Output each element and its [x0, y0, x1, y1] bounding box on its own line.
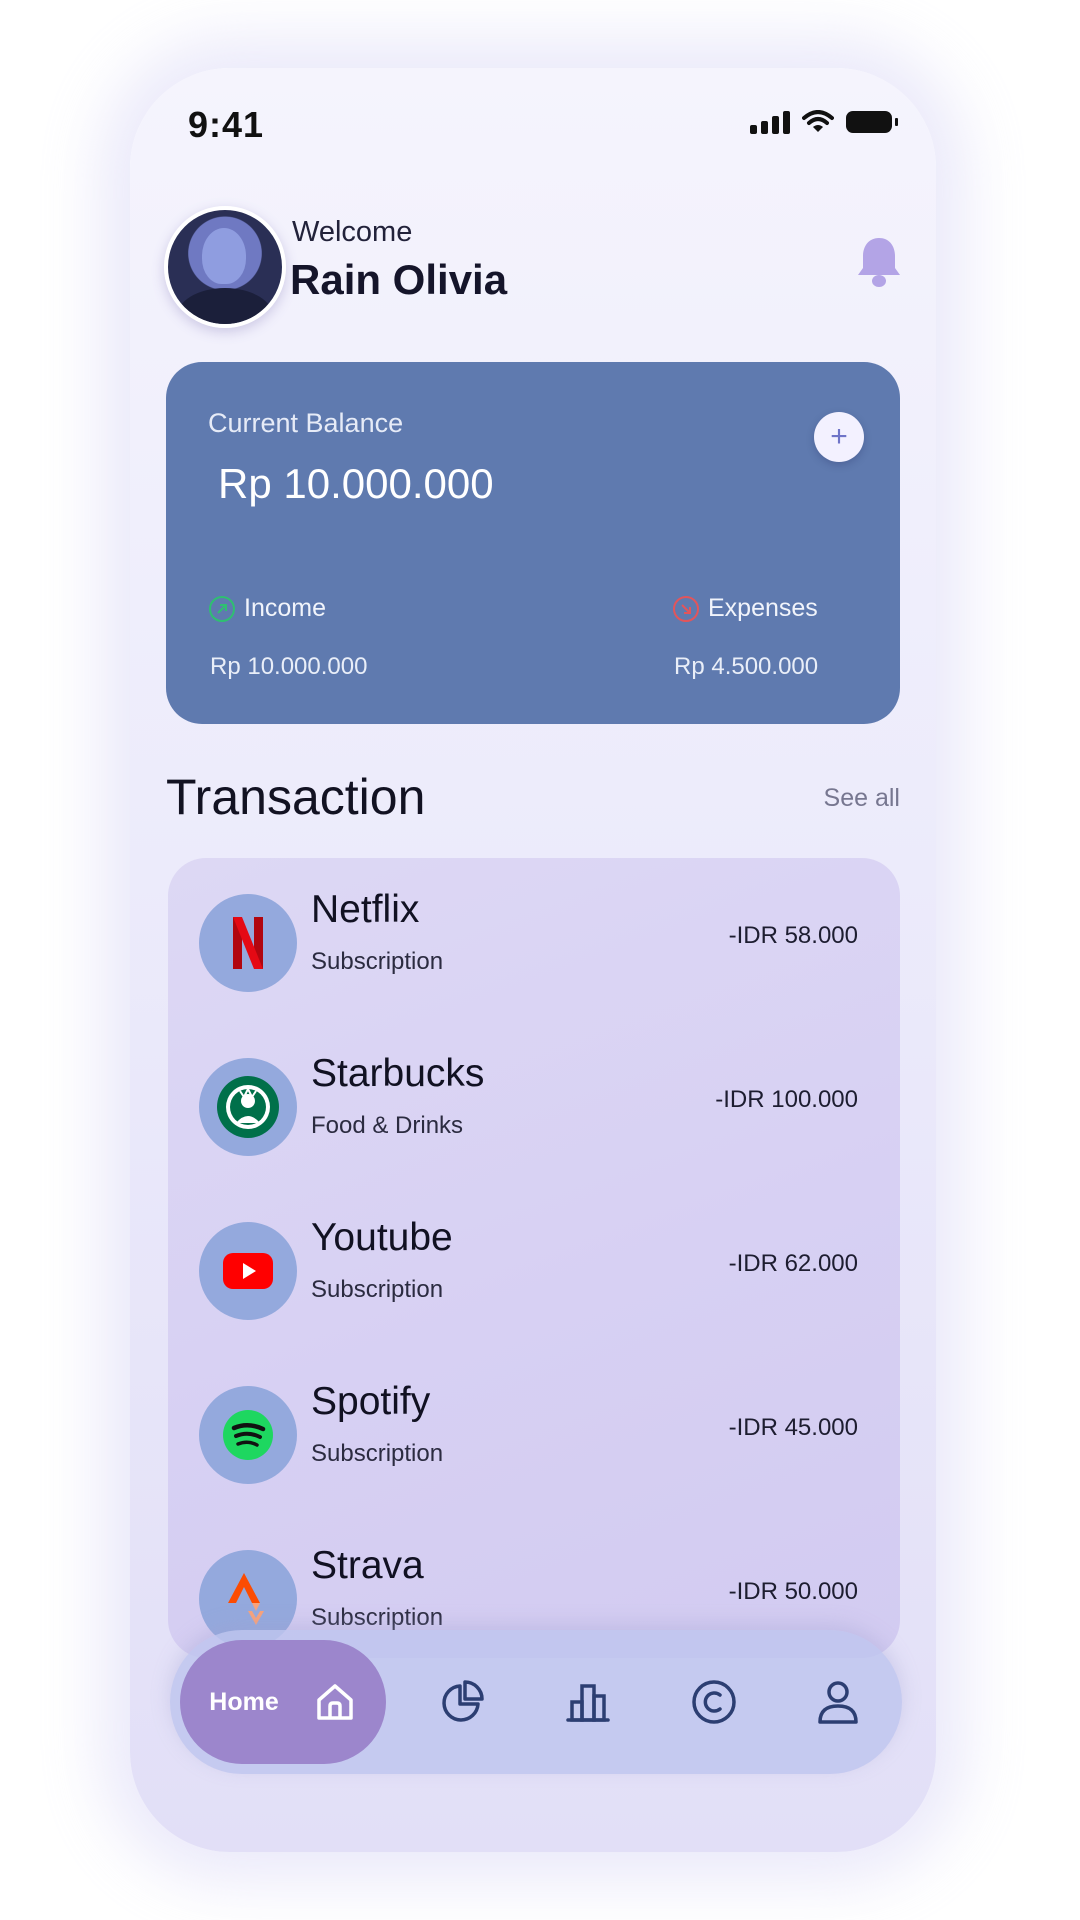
transactions-title: Transaction [166, 769, 426, 825]
pie-chart-icon[interactable] [438, 1678, 486, 1726]
nav-home-label: Home [209, 1687, 279, 1716]
transaction-name: Strava [311, 1544, 424, 1587]
income-row: Income [208, 594, 326, 623]
transaction-amount: -IDR 58.000 [728, 922, 858, 949]
youtube-icon [199, 1222, 297, 1320]
balance-label: Current Balance [208, 408, 404, 438]
transaction-name: Netflix [311, 888, 420, 931]
avatar[interactable] [164, 206, 286, 328]
expenses-arrow-icon [673, 595, 699, 622]
balance-amount: Rp 10.000.000 [218, 460, 494, 507]
transaction-category: Subscription [311, 1276, 444, 1303]
welcome-text: Welcome [292, 216, 413, 248]
transaction-row-netflix[interactable]: Netflix Subscription -IDR 58.000 [168, 880, 900, 1044]
income-arrow-icon [209, 595, 235, 622]
currency-icon[interactable] [690, 1678, 738, 1726]
status-icons [750, 110, 898, 134]
nav-home-button[interactable]: Home [180, 1640, 386, 1764]
wifi-icon [802, 110, 834, 132]
see-all-link[interactable]: See all [824, 784, 900, 813]
transaction-row-youtube[interactable]: Youtube Subscription -IDR 62.000 [168, 1208, 900, 1372]
transaction-category: Subscription [311, 948, 444, 975]
home-icon [316, 1684, 353, 1720]
transaction-category: Food & Drinks [311, 1112, 464, 1139]
user-name: Rain Olivia [290, 256, 508, 303]
signal-icon [750, 110, 790, 134]
profile-icon[interactable] [814, 1678, 862, 1726]
income-label: Income [244, 594, 326, 622]
transaction-category: Subscription [311, 1604, 444, 1631]
add-button[interactable]: + [814, 412, 864, 462]
transaction-row-spotify[interactable]: Spotify Subscription -IDR 45.000 [168, 1372, 900, 1536]
expenses-label: Expenses [708, 594, 818, 622]
transaction-name: Starbucks [311, 1052, 485, 1095]
spotify-icon [199, 1386, 297, 1484]
plus-icon: + [830, 420, 848, 453]
transaction-amount: -IDR 50.000 [728, 1578, 858, 1605]
expenses-row: Expenses [672, 594, 818, 623]
bottom-nav: Home [170, 1630, 902, 1774]
transaction-name: Youtube [311, 1216, 453, 1259]
income-value: Rp 10.000.000 [210, 653, 368, 680]
transaction-row-starbucks[interactable]: Starbucks Food & Drinks -IDR 100.000 [168, 1044, 900, 1208]
status-time: 9:41 [188, 104, 265, 145]
battery-icon [846, 111, 898, 133]
bar-chart-icon[interactable] [564, 1678, 612, 1726]
notification-bell-icon[interactable] [854, 234, 904, 290]
starbucks-icon [199, 1058, 297, 1156]
transaction-amount: -IDR 45.000 [728, 1414, 858, 1441]
transaction-amount: -IDR 62.000 [728, 1250, 858, 1277]
transaction-amount: -IDR 100.000 [715, 1086, 858, 1113]
netflix-icon [199, 894, 297, 992]
transaction-name: Spotify [311, 1380, 431, 1423]
phone-screen: 9:41 Welcome Rain Olivia Current Balance… [130, 68, 936, 1852]
transactions-list: Netflix Subscription -IDR 58.000 Starbuc… [168, 858, 900, 1658]
transaction-category: Subscription [311, 1440, 444, 1467]
balance-card: Current Balance Rp 10.000.000 + Income R… [166, 362, 900, 724]
expenses-value: Rp 4.500.000 [674, 653, 819, 680]
